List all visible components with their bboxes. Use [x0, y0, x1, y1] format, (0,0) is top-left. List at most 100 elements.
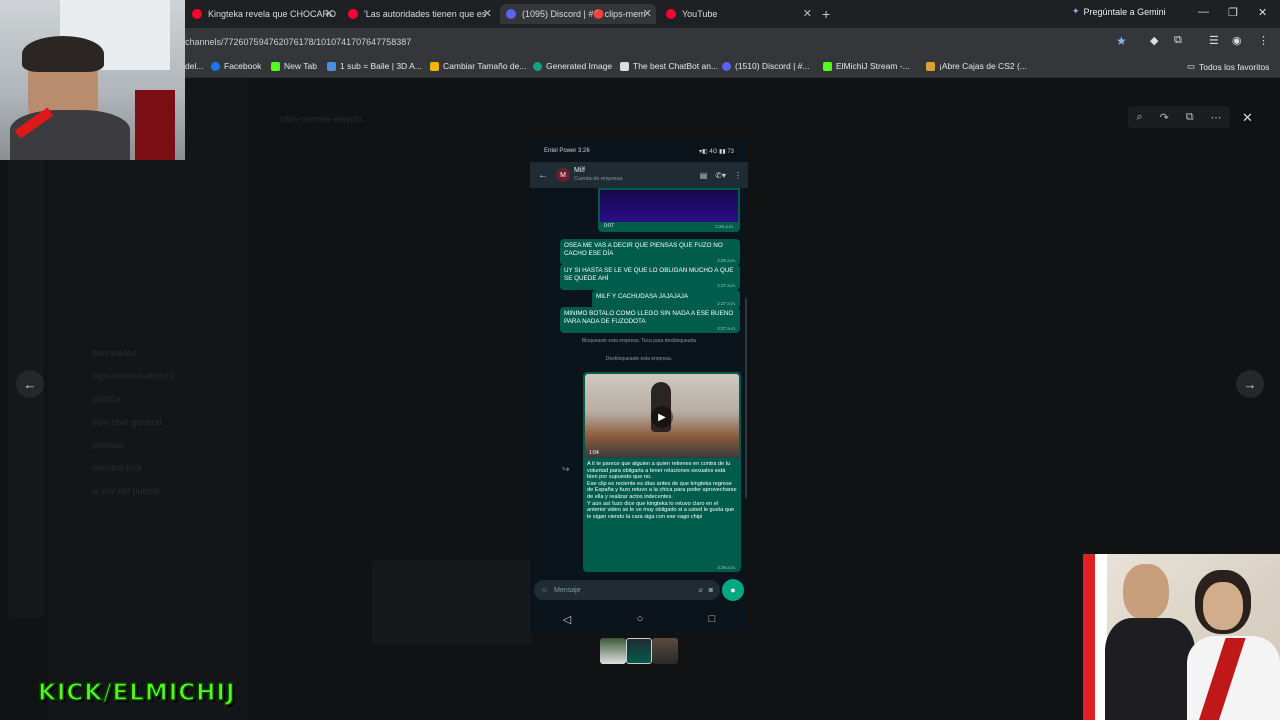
camera-icon[interactable]: ◙ [709, 587, 713, 594]
bookmark-item[interactable]: Cambiar Tamaño de... [430, 61, 526, 71]
nav-recents-icon[interactable]: □ [709, 613, 716, 625]
message-attachment [372, 560, 532, 644]
restore-button[interactable]: ❐ [1228, 6, 1238, 19]
next-arrow-icon[interactable]: → [1236, 370, 1264, 398]
chat-bubble[interactable]: UY SI HASTA SE LE VE QUE LO OBLIGAN MUCH… [560, 264, 740, 291]
close-tab-icon[interactable]: ✕ [483, 7, 492, 20]
message-text: UY SI HASTA SE LE VE QUE LO OBLIGAN MUCH… [564, 267, 734, 282]
mic-button[interactable]: ● [722, 579, 744, 601]
profile-icon[interactable]: ◉ [1232, 34, 1242, 47]
menu-icon[interactable]: ⋮ [734, 171, 742, 180]
chat-bubble[interactable]: MINIMO BOTALO COMO LLEGO SIN NADA A ESE … [560, 307, 740, 334]
bookmark-label: del... [185, 61, 204, 71]
tab-title: 'Las autoridades tienen que es [364, 9, 487, 19]
bookmark-item[interactable]: The best ChatBot an... [620, 61, 718, 71]
kick-channel-tag: KICK/ELMICHIJ [37, 679, 236, 707]
android-nav-bar: ◁ ○ □ [530, 604, 748, 634]
openai-icon [533, 61, 542, 71]
page-icon [430, 61, 439, 71]
attach-icon[interactable]: ⌀ [699, 586, 703, 594]
page-icon [327, 61, 336, 71]
url-field[interactable]: channels/772607594762076178/101074170764… [185, 37, 411, 47]
close-icon[interactable]: ✕ [1242, 110, 1253, 126]
store-icon[interactable]: ▤ [700, 171, 708, 180]
open-external-icon[interactable]: ⧉ [1186, 111, 1194, 124]
nav-home-icon[interactable]: ○ [637, 613, 644, 625]
chair [135, 90, 175, 160]
chat-header: ← M Milf Cuenta de empresa ▤ ✆▾ ⋮ [530, 162, 748, 188]
message-time: 3:26 a.m. [717, 565, 736, 570]
kick-icon [271, 61, 280, 71]
system-notice: Bloqueaste esta empresa. Toca para desbl… [581, 338, 697, 344]
close-window-button[interactable]: ✕ [1258, 6, 1267, 19]
thumbnail[interactable] [600, 638, 626, 664]
gemini-button[interactable]: ✦ Pregúntale a Gemini [1072, 6, 1166, 17]
message-text: MILF Y CACHUDASA JAJAJAJA [596, 293, 689, 300]
bookmark-item[interactable]: ¡Abre Cajas de CS2 (... [926, 61, 1027, 71]
previous-arrow-icon[interactable]: ← [16, 370, 44, 398]
browser-tab-active[interactable]: (1095) Discord | #🔴clips-mem ✕ [500, 4, 656, 24]
news-photo-overlay [1083, 554, 1280, 720]
message-placeholder: Mensaje [554, 586, 581, 594]
nav-back-icon[interactable]: ◁ [563, 613, 571, 626]
bookmark-star-icon[interactable]: ★ [1116, 34, 1127, 48]
channel-title: clips-memes-elmichi [280, 114, 362, 124]
menu-icon[interactable]: ⋮ [1258, 34, 1269, 47]
bookmark-item[interactable]: (1510) Discord | #... [722, 61, 810, 71]
play-icon[interactable]: ▶ [651, 406, 673, 428]
bookmark-item[interactable]: 1 sub = Baile | 3D A... [327, 61, 422, 71]
bookmark-label: (1510) Discord | #... [735, 61, 810, 71]
bookmark-label: Generated Image [546, 61, 613, 71]
browser-tab[interactable]: YouTube ✕ [660, 4, 816, 24]
puzzle-icon[interactable]: ⧉ [1174, 34, 1182, 47]
bookmark-item[interactable]: del... [185, 61, 203, 71]
browser-tab[interactable]: Kingteka revela que CHOCARO ✕ [186, 4, 338, 24]
new-tab-button[interactable]: + [822, 6, 830, 22]
more-icon[interactable]: ⋯ [1211, 111, 1222, 124]
avatar[interactable]: M [556, 168, 570, 182]
video-thumbnail [600, 190, 738, 222]
sidebar-item: directos-kick [92, 463, 143, 473]
minimize-button[interactable]: — [1198, 6, 1209, 18]
extension-icon[interactable]: ◆ [1150, 34, 1158, 47]
bookmark-item[interactable]: Facebook [211, 61, 261, 71]
forward-icon[interactable]: ↪ [562, 464, 570, 475]
video-message[interactable]: ▶ 1:04 A ti te parece que alguien a quie… [583, 372, 741, 572]
close-tab-icon[interactable]: ✕ [803, 7, 812, 20]
close-tab-icon[interactable]: ✕ [325, 7, 334, 20]
message-input[interactable]: ☺ Mensaje ⌀ ◙ [534, 580, 720, 600]
kick-icon [823, 61, 832, 71]
contact-subtitle: Cuenta de empresa [574, 176, 623, 182]
chat-bubble[interactable]: MILF Y CACHUDASA JAJAJAJA 2:27 a.m. [592, 290, 740, 309]
video-message[interactable]: 0:07 2:26 a.m. [598, 188, 740, 232]
scrollbar[interactable] [745, 298, 747, 498]
discord-icon [506, 9, 516, 19]
phone-call-icon[interactable]: ✆▾ [715, 171, 726, 180]
bookmark-item[interactable]: New Tab [271, 61, 317, 71]
bookmark-item[interactable]: Generated Image [533, 61, 612, 71]
video-duration: 0:07 [604, 223, 614, 229]
woman-face [1203, 582, 1243, 630]
share-icon[interactable]: ↷ [1160, 111, 1169, 124]
sidebar-item: clips-memes-elmichi [92, 371, 174, 381]
phone-screenshot: Entel Power 3:26 ▾◧ 4G ▮▮ 73 ← M Milf Cu… [530, 140, 748, 634]
bookmark-item[interactable]: ElMichiJ Stream -... [823, 61, 910, 71]
chatbot-icon [620, 61, 629, 71]
browser-tab[interactable]: 'Las autoridades tienen que es ✕ [342, 4, 496, 24]
back-arrow-icon[interactable]: ← [538, 170, 548, 181]
thumbnail-selected[interactable] [626, 638, 652, 664]
tab-title: (1095) Discord | #🔴clips-mem [522, 8, 646, 19]
folder-icon: ▭ [1187, 61, 1196, 71]
sidebar-item: solo-chat-general [92, 417, 162, 427]
all-bookmarks[interactable]: ▭ Todos los favoritos [1187, 61, 1269, 72]
zoom-icon[interactable]: ⌕ [1136, 111, 1142, 124]
sparkle-icon: ✦ [1072, 6, 1080, 16]
emoji-icon[interactable]: ☺ [541, 587, 548, 594]
close-tab-icon[interactable]: ✕ [643, 7, 652, 20]
chat-bubble[interactable]: OSEA ME VAS A DECIR QUE PIENSAS QUE FUZO… [560, 239, 740, 266]
media-icon[interactable]: ☰ [1209, 34, 1219, 47]
sidebar-item: banneados [92, 348, 137, 358]
message-time: 2:27 a.m. [717, 325, 736, 331]
video-duration: 1:04 [589, 450, 599, 456]
thumbnail[interactable] [652, 638, 678, 664]
